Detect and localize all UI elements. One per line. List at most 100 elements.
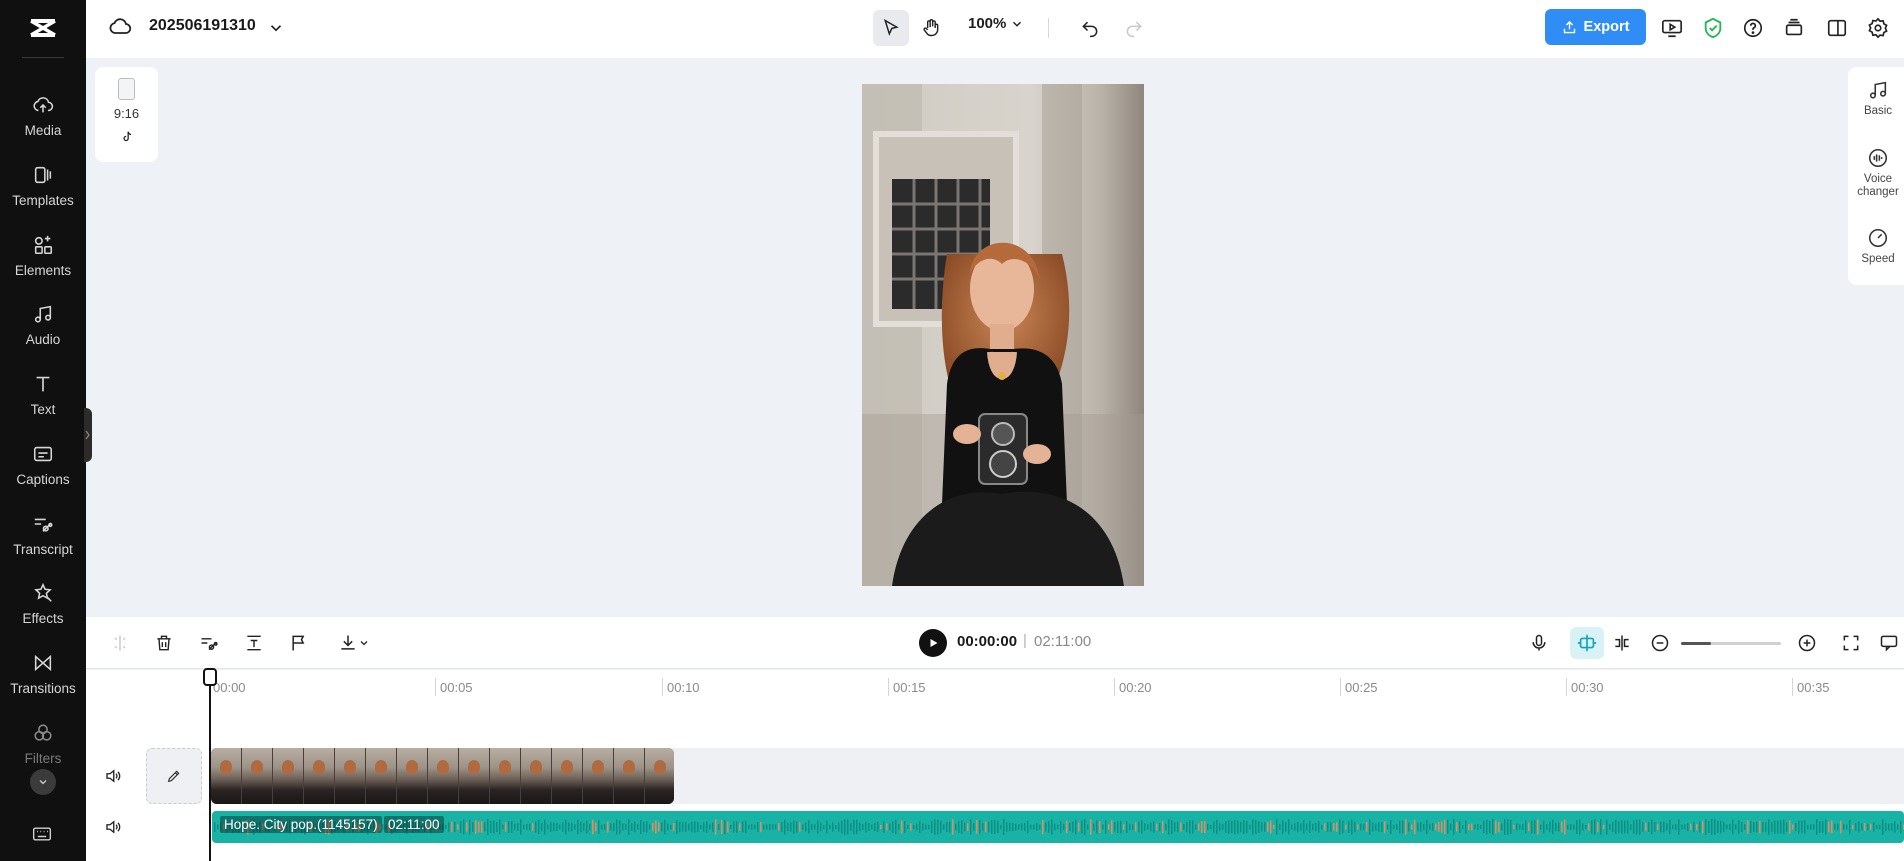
audio-clip[interactable]: Hope. City pop.(1145157) 02:11:00 [212,811,1904,843]
stack-button[interactable] [1776,10,1812,46]
play-button[interactable] [919,629,947,657]
waveform-bar [748,824,750,830]
sidebar-item-label: Filters [24,751,62,766]
sidebar-item-effects[interactable]: Effects [0,574,86,638]
waveform-bar [610,823,612,831]
split-screen-button[interactable] [1610,631,1634,655]
download-dropdown[interactable] [334,631,374,655]
playhead-handle[interactable] [203,668,217,686]
waveform-bar [472,822,474,832]
zoom-out-button[interactable] [1648,631,1672,655]
waveform-bar [1729,823,1731,831]
waveform-bar [1378,822,1380,832]
capcut-logo-icon[interactable] [27,12,59,44]
sidebar-item-media[interactable]: Media [0,86,86,150]
waveform-bar [568,822,570,832]
audio-track-mute-button[interactable] [102,816,124,838]
waveform-bar [1138,821,1140,833]
marker-button[interactable] [287,631,311,655]
hand-tool-button[interactable] [913,10,949,46]
sidebar-collapse-handle[interactable] [84,408,92,462]
waveform-bar [757,822,759,832]
speaker-icon [106,820,121,834]
undo-button[interactable] [1072,10,1108,46]
video-clip[interactable] [211,748,674,804]
music-note-icon [1869,81,1887,99]
sidebar-item-templates[interactable]: Templates [0,156,86,220]
keyboard-shortcuts-button[interactable] [30,822,54,846]
cover-edit-button[interactable] [146,748,202,804]
timeline[interactable]: 00:00 00:05 00:10 00:15 00:20 00:25 00:3… [86,668,1904,861]
smart-cut-button[interactable] [197,631,221,655]
sidebar-item-text[interactable]: Text [0,365,86,429]
magnet-snap-toggle[interactable] [1570,627,1604,659]
fit-timeline-button[interactable] [1839,631,1863,655]
settings-button[interactable] [1860,10,1896,46]
panel-tab-voice-changer[interactable]: Voice changer [1848,147,1904,199]
waveform-bar [1672,824,1674,830]
waveform-bar [1108,824,1110,830]
waveform-bar [1771,822,1773,832]
waveform-bar [1498,821,1500,833]
sidebar-item-transitions[interactable]: Transitions [0,644,86,708]
waveform-bar [739,823,741,831]
layout-button[interactable] [1819,10,1855,46]
waveform-bar [574,824,576,830]
sidebar-item-transcript[interactable]: Transcript [0,505,86,569]
panel-tab-basic[interactable]: Basic [1848,79,1904,118]
waveform-bar [526,823,528,831]
present-button[interactable] [1654,10,1690,46]
record-voice-button[interactable] [1527,631,1551,655]
waveform-bar [451,821,453,833]
timeline-zoom-slider[interactable] [1681,642,1781,645]
sidebar-item-elements[interactable]: Elements [0,226,86,290]
ruler-label: 00:00 [213,680,246,695]
waveform-bar [1000,824,1002,830]
waveform-bar [943,824,945,830]
clip-thumbnail [304,748,335,804]
waveform-bar [1069,822,1071,832]
playhead[interactable] [209,670,211,861]
panel-tab-speed[interactable]: Speed [1848,227,1904,266]
help-button[interactable] [1735,10,1771,46]
waveform-bar [928,824,930,830]
waveform-bar [1714,819,1716,835]
waveform-bar [457,824,459,830]
waveform-bar [1486,819,1488,835]
ruler-tick [888,678,889,696]
waveform-bar [502,824,504,830]
video-preview[interactable] [862,84,1144,586]
comment-button[interactable] [1877,631,1901,655]
video-track-mute-button[interactable] [102,765,124,787]
waveform-bar [973,823,975,831]
waveform-bar [859,822,861,832]
waveform-bar [1129,823,1131,831]
waveform-bar [499,819,501,835]
waveform-bar [1327,822,1329,832]
select-tool-button[interactable] [873,10,909,46]
waveform-bar [751,824,753,830]
waveform-bar [1099,821,1101,833]
redo-button[interactable] [1116,10,1152,46]
waveform-bar [553,822,555,832]
waveform-bar [1783,819,1785,835]
aspect-ratio-card[interactable]: 9:16 [95,67,158,162]
cloud-sync-icon[interactable] [108,15,134,41]
expand-more-button[interactable] [30,769,56,795]
auto-caption-button[interactable] [242,631,266,655]
export-button[interactable]: Export [1545,9,1646,45]
security-button[interactable] [1695,10,1731,46]
waveform-bar [958,820,960,834]
zoom-in-button[interactable] [1795,631,1819,655]
delete-button[interactable] [152,631,176,655]
sidebar-item-audio[interactable]: Audio [0,295,86,359]
waveform-bar [877,821,879,833]
cloud-upload-icon [30,92,56,118]
project-name[interactable]: 202506191310 [149,17,256,35]
sidebar-item-captions[interactable]: Captions [0,435,86,499]
waveform-bar [1261,822,1263,832]
chevron-down-icon[interactable] [267,19,285,37]
split-button[interactable] [108,631,132,655]
zoom-dropdown[interactable]: 100% [968,15,1024,32]
waveform-bar [511,820,513,834]
